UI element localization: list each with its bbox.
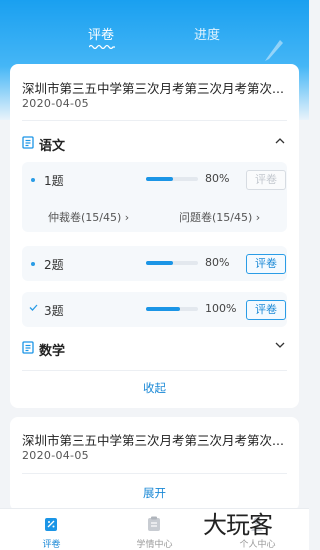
watermark-logo: 大玩客 <box>203 511 273 539</box>
divider <box>22 370 287 371</box>
document-icon <box>22 136 34 149</box>
bullet-icon <box>31 262 35 266</box>
progress-bar <box>146 177 198 181</box>
document-icon <box>22 341 34 354</box>
question-label: 2题 <box>44 258 64 272</box>
review-button[interactable]: 评卷 <box>246 300 286 320</box>
problem-paper-link[interactable]: 问题卷(15/45) › <box>179 209 260 225</box>
progress-fill <box>146 177 174 181</box>
subject-header-chinese[interactable]: 语文 <box>22 134 287 154</box>
check-icon <box>29 304 38 311</box>
question-item: 1题 80% 评卷 仲裁卷(15/45) › 问题卷(15/45) › <box>22 162 287 232</box>
question-label: 1题 <box>44 174 64 188</box>
exam-title: 深圳市第三五中学第三次月考第三次月考第次... <box>22 433 284 448</box>
chevron-right-icon: › <box>124 211 130 224</box>
exam-date: 2020-04-05 <box>22 449 89 462</box>
progress-percent: 100% <box>205 302 237 315</box>
divider <box>22 120 287 121</box>
nav-item-learning[interactable]: 学情中心 <box>103 509 206 550</box>
active-tab-indicator <box>89 44 115 49</box>
nav-label: 学情中心 <box>136 540 173 550</box>
progress-bar <box>146 261 198 265</box>
exam-card: 深圳市第三五中学第三次月考第三次月考第次... 2020-04-05 展开 <box>10 417 299 511</box>
clipboard-icon <box>148 516 160 531</box>
question-label: 3题 <box>44 304 64 318</box>
chevron-right-icon: › <box>255 211 261 224</box>
progress-percent: 80% <box>205 256 230 269</box>
tab-review[interactable]: 评卷 <box>88 24 114 43</box>
collapse-button[interactable]: 收起 <box>10 380 299 396</box>
review-icon <box>45 518 57 531</box>
exam-card: 深圳市第三五中学第三次月考第三次月考第次... 2020-04-05 语文 1题… <box>10 64 299 408</box>
progress-fill <box>146 307 180 311</box>
subject-name: 语文 <box>39 139 66 154</box>
exam-date: 2020-04-05 <box>22 97 89 110</box>
tab-progress[interactable]: 进度 <box>194 24 220 43</box>
nav-item-review[interactable]: 评卷 <box>0 509 103 550</box>
exam-title: 深圳市第三五中学第三次月考第三次月考第次... <box>22 81 284 96</box>
chevron-down-icon[interactable] <box>275 342 285 349</box>
review-button[interactable]: 评卷 <box>246 170 286 190</box>
divider <box>22 473 287 474</box>
pen-icon <box>265 40 283 61</box>
bullet-icon <box>31 178 35 182</box>
nav-label: 评卷 <box>42 540 61 550</box>
chevron-up-icon[interactable] <box>275 137 285 144</box>
arbitration-link[interactable]: 仲裁卷(15/45) › <box>48 209 129 225</box>
top-tabs: 评卷 进度 <box>0 18 309 61</box>
expand-button[interactable]: 展开 <box>10 485 299 501</box>
subject-name: 数学 <box>39 344 66 359</box>
review-button[interactable]: 评卷 <box>246 254 286 274</box>
question-item: 3题 100% 评卷 <box>22 292 287 327</box>
progress-bar <box>146 307 198 311</box>
progress-fill <box>146 261 174 265</box>
subject-header-math[interactable]: 数学 <box>22 339 287 359</box>
progress-percent: 80% <box>205 172 230 185</box>
question-item: 2题 80% 评卷 <box>22 246 287 281</box>
